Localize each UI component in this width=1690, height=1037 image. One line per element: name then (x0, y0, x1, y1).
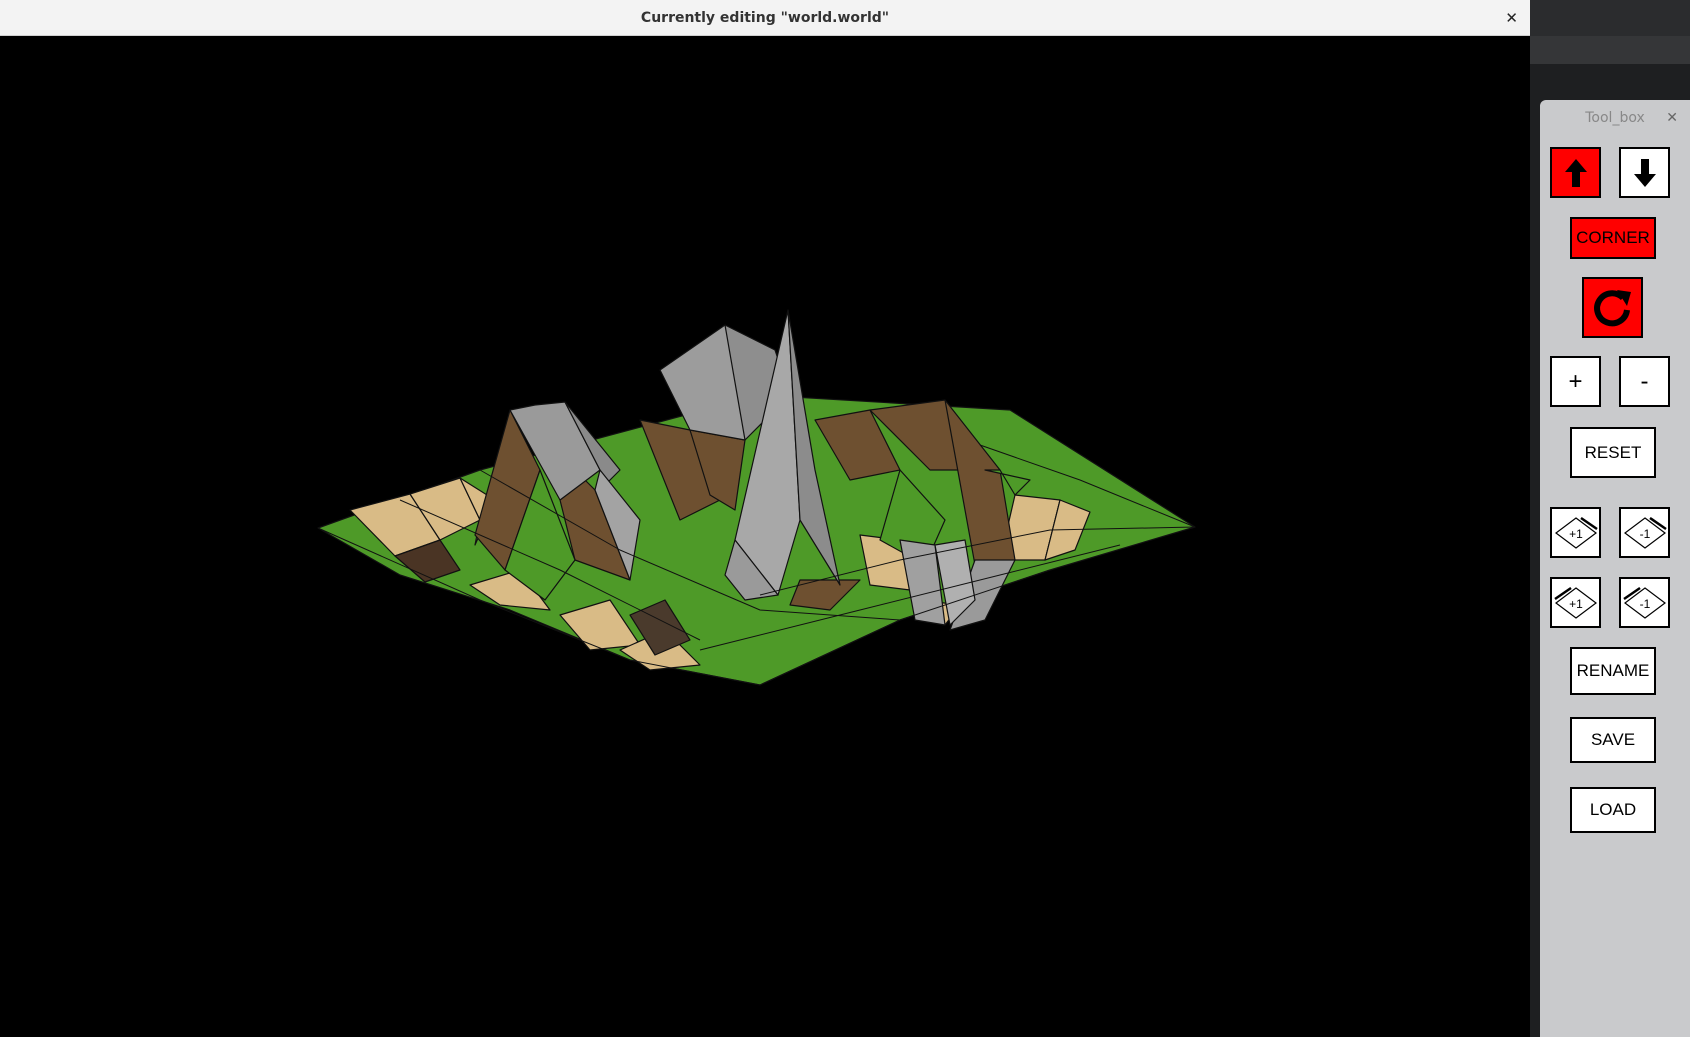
editor-window: Currently editing "world.world" ✕ (0, 0, 1530, 1037)
rotate-view-button[interactable] (1582, 277, 1643, 338)
terrain-render (317, 309, 1196, 686)
edge-lower-right-button[interactable]: -1 (1619, 507, 1670, 558)
edge-raise-right-label: +1 (1569, 527, 1583, 541)
tile-edge-raise-icon: +1 (1554, 516, 1598, 549)
reset-button[interactable]: RESET (1570, 427, 1656, 478)
window-title: Currently editing "world.world" (640, 10, 890, 26)
edge-lower-left-button[interactable]: -1 (1619, 577, 1670, 628)
edge-raise-left-button[interactable]: +1 (1550, 577, 1601, 628)
lower-terrain-button[interactable] (1619, 147, 1670, 198)
rotate-clockwise-icon (1593, 289, 1631, 326)
raise-terrain-button[interactable] (1550, 147, 1601, 198)
tile-edge-lower-icon: -1 (1623, 516, 1667, 549)
window-titlebar[interactable]: Currently editing "world.world" ✕ (0, 0, 1530, 36)
zoom-out-button[interactable]: - (1619, 356, 1670, 407)
load-button[interactable]: LOAD (1570, 787, 1656, 833)
terrain-viewport[interactable] (0, 36, 1530, 1037)
tile-edge-raise-icon: +1 (1553, 586, 1597, 619)
tile-edge-lower-icon: -1 (1622, 586, 1666, 619)
edge-raise-right-button[interactable]: +1 (1550, 507, 1601, 558)
save-button[interactable]: SAVE (1570, 717, 1656, 763)
desktop-background (1530, 0, 1690, 36)
zoom-in-button[interactable]: + (1550, 356, 1601, 407)
close-window-button[interactable]: ✕ (1505, 0, 1518, 36)
toolbox-close-button[interactable]: ✕ (1666, 100, 1678, 136)
arrow-up-icon (1564, 158, 1587, 187)
corner-mode-button[interactable]: CORNER (1570, 217, 1656, 259)
arrow-down-icon (1633, 158, 1656, 187)
desktop-panel (1530, 36, 1690, 64)
edge-lower-right-label: -1 (1639, 527, 1650, 541)
toolbox-window: Tool_box ✕ CORNER + - RESET +1 -1 +1 -1 … (1540, 100, 1690, 1037)
edge-raise-left-label: +1 (1569, 597, 1583, 611)
rename-button[interactable]: RENAME (1570, 647, 1656, 695)
edge-lower-left-label: -1 (1639, 597, 1650, 611)
